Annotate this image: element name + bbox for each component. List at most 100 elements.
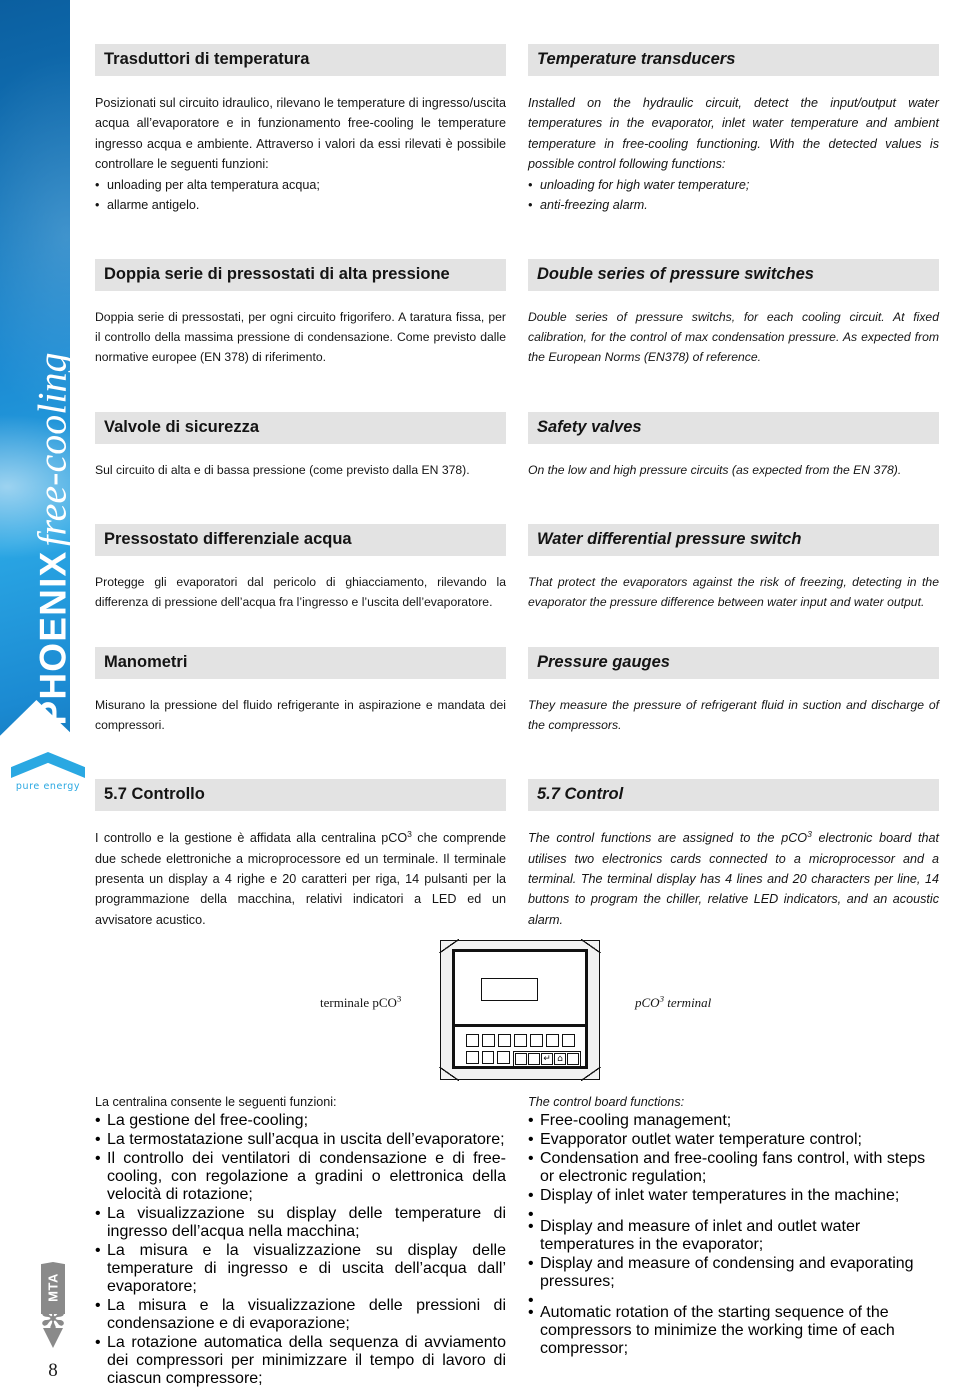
- column-italian: La centralina consente le seguenti funzi…: [95, 1092, 506, 1389]
- brand-vertical-title: PHOENIXfree-cooling: [29, 114, 76, 734]
- chevron-icon: [11, 752, 85, 778]
- list-item: La termostatazione sull’acqua in uscita …: [95, 1131, 506, 1149]
- list-item: Display and measure of inlet and outlet …: [528, 1218, 939, 1254]
- section-body-en: Installed on the hydraulic circuit, dete…: [528, 93, 939, 216]
- column-italian: Manometri Misurano la pressione del flui…: [95, 646, 506, 736]
- control-body-it: I controllo e la gestione è affidata all…: [95, 828, 506, 930]
- section-heading-it: Pressostato differenziale acqua: [95, 524, 506, 557]
- control-heading-en: 5.7 Control: [528, 779, 939, 812]
- page-number: 8: [48, 1360, 58, 1381]
- key-button[interactable]: [466, 1051, 479, 1064]
- list-item: La visualizzazione su display delle temp…: [95, 1205, 506, 1241]
- key-button[interactable]: [514, 1034, 527, 1047]
- section-heading-it: Manometri: [95, 646, 506, 679]
- column-italian: 5.7 Controllo I controllo e la gestione …: [95, 779, 506, 930]
- section-temperature-transducers: Trasduttori di temperatura Posizionati s…: [95, 44, 940, 216]
- column-english: Double series of pressure switches Doubl…: [528, 259, 939, 367]
- section-heading-en: Double series of pressure switches: [528, 259, 939, 292]
- control-body-en-part1: The control functions are assigned to th…: [528, 831, 808, 846]
- paragraph-text: Posizionati sul circuito idraulico, rile…: [95, 95, 506, 172]
- functions-lists: La centralina consente le seguenti funzi…: [95, 1092, 940, 1389]
- list-item: Automatic rotation of the starting seque…: [528, 1304, 939, 1358]
- column-italian: Trasduttori di temperatura Posizionati s…: [95, 44, 506, 216]
- section-body-en: That protect the evaporators against the…: [528, 575, 939, 610]
- list-item: La misura e la visualizzazione su displa…: [95, 1242, 506, 1296]
- section-body-it: Misurano la pressione del fluido refrige…: [95, 697, 506, 732]
- section-body-en: On the low and high pressure circuits (a…: [528, 462, 902, 477]
- keypad-row-bottom: ↵ ⌂: [466, 1051, 582, 1067]
- section-heading-en: Temperature transducers: [528, 44, 939, 76]
- list-item: Condensation and free-cooling fans contr…: [528, 1150, 939, 1186]
- column-italian: Pressostato differenziale acqua Protegge…: [95, 524, 506, 613]
- key-button[interactable]: [466, 1034, 479, 1047]
- superscript-3: 3: [396, 993, 402, 1004]
- column-english: Pressure gauges They measure the pressur…: [528, 646, 939, 736]
- control-heading-it: 5.7 Controllo: [95, 779, 506, 812]
- control-body-en-part2: electronic board that utilises two elect…: [528, 831, 939, 927]
- section-body-it: Sul circuito di alta e di bassa pression…: [95, 462, 470, 477]
- list-item: Evapporator outlet water temperature con…: [528, 1131, 939, 1149]
- bezel-corner-bottom-left: [439, 1067, 459, 1081]
- list-spacer: [528, 1292, 939, 1310]
- brand-sidebar: PHOENIXfree-cooling: [0, 0, 75, 785]
- section-control: 5.7 Controllo I controllo e la gestione …: [95, 779, 940, 930]
- key-button[interactable]: [498, 1034, 511, 1047]
- section-body-it: Protegge gli evaporatori dal pericolo di…: [95, 575, 506, 610]
- keypad: ↵ ⌂: [466, 1034, 582, 1071]
- section-body-it: Doppia serie di pressostati, per ogni ci…: [95, 310, 506, 364]
- section-heading-it: Valvole di sicurezza: [95, 411, 506, 444]
- list-item: Display and measure of condensing and ev…: [528, 1255, 939, 1291]
- functions-row: La centralina consente le seguenti funzi…: [95, 1092, 940, 1389]
- column-english: Temperature transducers Installed on the…: [528, 44, 939, 216]
- functions-intro-en: The control board functions:: [528, 1095, 685, 1109]
- section-body-en: Double series of pressure switchs, for e…: [528, 310, 939, 364]
- column-italian: Doppia serie di pressostati di alta pres…: [95, 259, 506, 367]
- main-content: Trasduttori di temperatura Posizionati s…: [95, 44, 940, 930]
- key-button[interactable]: [567, 1053, 580, 1065]
- section-body-it: Posizionati sul circuito idraulico, rile…: [95, 93, 506, 216]
- list-spacer: [528, 1206, 939, 1224]
- key-button-home[interactable]: ⌂: [554, 1053, 567, 1065]
- pco3-terminal-figure: terminale pCO3 pCO3 terminal ↵ ⌂: [95, 935, 940, 1090]
- section-body-en: They measure the pressure of refrigerant…: [528, 697, 939, 732]
- column-italian: Valvole di sicurezza Sul circuito di alt…: [95, 411, 506, 481]
- key-button[interactable]: [562, 1034, 575, 1047]
- bullet-list-it: unloading per alta temperatura acqua; al…: [95, 175, 506, 216]
- terminal-device-drawing: ↵ ⌂: [439, 939, 601, 1081]
- key-button[interactable]: [497, 1051, 511, 1064]
- key-button[interactable]: [515, 1053, 528, 1065]
- column-english: The control board functions: Free-coolin…: [528, 1092, 939, 1389]
- home-icon: ⌂: [557, 1053, 563, 1064]
- bezel-corner-bottom-right: [581, 1067, 601, 1081]
- figure-caption-it: terminale pCO3: [320, 993, 402, 1011]
- section-heading-en: Pressure gauges: [528, 646, 939, 679]
- list-item: Free-cooling management;: [528, 1112, 939, 1130]
- key-button[interactable]: [546, 1034, 559, 1047]
- keypad-divider: [455, 1024, 585, 1027]
- control-body-it-part2: che comprende due schede elettroniche a …: [95, 831, 506, 927]
- enter-arrow-icon: ↵: [543, 1053, 551, 1064]
- key-button[interactable]: [530, 1034, 543, 1047]
- key-button[interactable]: [481, 1051, 495, 1064]
- key-button[interactable]: [482, 1034, 495, 1047]
- lcd-display: [481, 978, 538, 1001]
- mta-logo: MTA ✻: [30, 1262, 76, 1357]
- key-button-enter[interactable]: ↵: [541, 1053, 554, 1065]
- list-item: unloading per alta temperatura acqua;: [95, 175, 506, 196]
- brand-name: PHOENIX: [32, 550, 74, 726]
- list-item: Display of inlet water temperatures in t…: [528, 1187, 939, 1205]
- control-body-it-part1: I controllo e la gestione è affidata all…: [95, 831, 408, 846]
- figure-caption-en-suffix: terminal: [663, 995, 712, 1010]
- key-button[interactable]: [528, 1053, 541, 1065]
- list-item: unloading for high water temperature;: [528, 175, 939, 196]
- section-pressure-gauges: Manometri Misurano la pressione del flui…: [95, 646, 940, 736]
- keypad-row-top: [466, 1034, 581, 1047]
- document-page: PHOENIXfree-cooling pure energy MTA ✻ 8 …: [0, 0, 960, 1396]
- section-heading-it: Doppia serie di pressostati di alta pres…: [95, 259, 506, 292]
- functions-intro-it: La centralina consente le seguenti funzi…: [95, 1095, 337, 1109]
- keypad-navigation-group: ↵ ⌂: [513, 1051, 582, 1067]
- section-heading-en: Safety valves: [528, 411, 939, 444]
- column-english: 5.7 Control The control functions are as…: [528, 779, 939, 930]
